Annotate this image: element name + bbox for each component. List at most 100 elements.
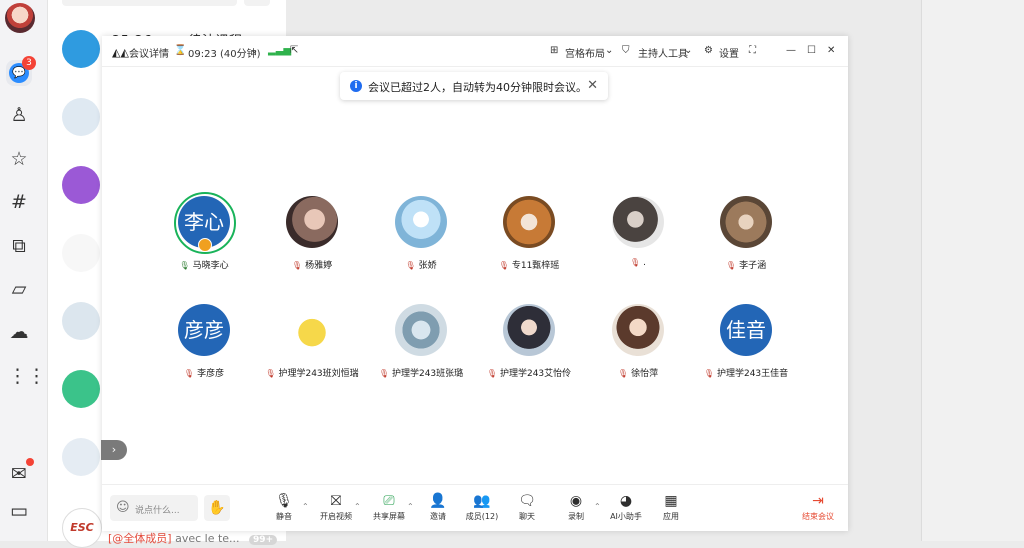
settings-button[interactable]: 设置 bbox=[719, 45, 739, 60]
cloud-icon[interactable]: ☁ bbox=[8, 321, 30, 343]
shield-icon: ⛉ bbox=[622, 45, 630, 56]
emoji-icon[interactable]: ☺ bbox=[116, 500, 130, 515]
folder-icon[interactable]: ▭ bbox=[8, 500, 30, 522]
add-button[interactable] bbox=[244, 0, 270, 6]
meeting-title-bar: ◭◭ 会议详情 ⌛ 09:23 (40分钟) ⌄ ▂▃▅ ⇱ ⊞ 宫格布局 ⌄ … bbox=[102, 36, 848, 67]
host-badge-icon bbox=[198, 238, 212, 252]
minimize-button[interactable]: — bbox=[786, 45, 796, 56]
mic-muted-icon: 🎙 bbox=[291, 261, 303, 270]
maximize-button[interactable]: ☐ bbox=[807, 45, 816, 56]
signal-icon: ▂▃▅ bbox=[268, 45, 292, 56]
contacts-icon[interactable]: ♙ bbox=[8, 104, 30, 126]
host-tools-button[interactable]: 主持人工具 bbox=[638, 45, 688, 60]
close-button[interactable]: ✕ bbox=[827, 45, 835, 56]
timer-chevron-icon[interactable]: ⌄ bbox=[250, 45, 258, 56]
apps-icon[interactable]: ⋮⋮ bbox=[8, 365, 46, 387]
fullscreen-icon[interactable]: ⛶ bbox=[749, 45, 756, 56]
participant-avatar bbox=[720, 196, 772, 248]
unread-count: 99+ bbox=[249, 535, 278, 545]
participant-name: 🎙 马晓李心 bbox=[179, 261, 229, 271]
participant-avatar bbox=[503, 304, 555, 356]
layout-chevron-icon: ⌄ bbox=[605, 45, 614, 56]
participant-name: 🎙 李彦彦 bbox=[183, 369, 225, 379]
mute-options-chevron-icon[interactable]: ⌃ bbox=[302, 502, 309, 511]
time-limit-notice: i 会议已超过2人，自动转为40分钟限时会议。 ✕ bbox=[340, 72, 608, 100]
mic-muted-icon: 🎙 bbox=[265, 369, 276, 378]
mention-tag: [@全体成员] bbox=[108, 532, 172, 545]
qq-penguin-avatar[interactable] bbox=[62, 234, 100, 272]
channels-icon[interactable]: # bbox=[8, 191, 30, 213]
video-options-chevron-icon[interactable]: ⌃ bbox=[354, 502, 361, 511]
gear-icon: ⚙ bbox=[704, 45, 713, 56]
right-panel bbox=[921, 0, 1024, 541]
user-avatar[interactable] bbox=[5, 3, 35, 33]
raise-hand-button[interactable]: ✋ bbox=[204, 495, 230, 521]
participant-name: 🎙 杨雅婷 bbox=[291, 261, 333, 271]
participant-avatar: 彦彦 bbox=[178, 304, 230, 356]
mic-muted-icon: 🎙 bbox=[703, 369, 714, 378]
mic-muted-icon: 🎙 bbox=[498, 261, 509, 270]
favorites-icon[interactable]: ☆ bbox=[8, 148, 30, 170]
info-icon: i bbox=[350, 80, 362, 92]
chat-unread-badge: 3 bbox=[22, 56, 36, 70]
mail-icon[interactable]: ✉ bbox=[8, 463, 30, 485]
exit-icon: ⇥ bbox=[812, 493, 824, 509]
participant-avatar bbox=[395, 196, 447, 248]
preview-text: avec le te... bbox=[175, 532, 240, 545]
hourglass-icon: ⌛ bbox=[174, 45, 187, 56]
esc-logo-avatar[interactable]: ESC bbox=[62, 508, 102, 548]
host-tools-chevron-icon: ⌄ bbox=[684, 45, 693, 56]
mic-muted-icon: 🎙 bbox=[617, 369, 629, 378]
participant-name: 🎙 李子涵 bbox=[725, 261, 767, 271]
chat-placeholder: 说点什么... bbox=[135, 506, 180, 516]
apps-button[interactable]: ▦ 应用 bbox=[645, 493, 697, 522]
participant-name: 🎙 护理学243班刘恒瑞 bbox=[265, 369, 359, 379]
games-icon[interactable]: ⧉ bbox=[8, 235, 30, 257]
conversation-avatar[interactable] bbox=[62, 30, 100, 68]
participant-name: 🎙 护理学243班张璐 bbox=[378, 369, 464, 379]
notice-text: 会议已超过2人，自动转为40分钟限时会议。 bbox=[368, 81, 587, 94]
conversation-preview: [@全体成员] avec le te... 99+ bbox=[108, 530, 278, 546]
apps-grid-icon: ▦ bbox=[664, 493, 678, 509]
mail-badge bbox=[26, 458, 34, 466]
end-meeting-button[interactable]: ⇥ 结束会议 bbox=[792, 493, 844, 522]
notice-close-icon[interactable]: ✕ bbox=[587, 78, 598, 93]
conversation-avatar[interactable] bbox=[62, 302, 100, 340]
left-rail: 💬 3 ♙ ☆ # ⧉ ▱ ☁ ⋮⋮ ✉ ▭ bbox=[0, 0, 48, 541]
mic-muted-icon: 🎙 bbox=[378, 369, 389, 378]
participant-avatar bbox=[503, 196, 555, 248]
participant-name: 🎙 徐怡萍 bbox=[617, 369, 659, 379]
participant-name: 🎙 张娇 bbox=[405, 261, 437, 271]
participant-avatar bbox=[286, 196, 338, 248]
participant-avatar bbox=[395, 304, 447, 356]
mic-muted-icon: 🎙 bbox=[183, 369, 195, 378]
docs-icon[interactable]: ▱ bbox=[8, 278, 30, 300]
mic-muted-icon: 🎙 bbox=[629, 258, 641, 267]
search-input[interactable] bbox=[62, 0, 237, 6]
participant-name: 🎙 专11甄梓瑶 bbox=[498, 261, 560, 271]
meeting-toolbar: ☺ 说点什么... ✋ 🎙 静音 ⌃ ⛝ 开启视频 ⌃ ⎚ 共享屏幕 ⌃ 👤 邀… bbox=[102, 484, 848, 532]
conversation-avatar[interactable] bbox=[62, 166, 100, 204]
layout-button[interactable]: 宫格布局 bbox=[565, 45, 605, 60]
mic-muted-icon: 🎙 bbox=[405, 261, 416, 270]
participant-avatar bbox=[612, 304, 664, 356]
participant-name: 🎙 护理学243王佳音 bbox=[703, 369, 789, 379]
meeting-window: ◭◭ 会议详情 ⌛ 09:23 (40分钟) ⌄ ▂▃▅ ⇱ ⊞ 宫格布局 ⌄ … bbox=[102, 36, 848, 531]
participant-avatar: 佳音 bbox=[720, 304, 772, 356]
meeting-details-link[interactable]: 会议详情 bbox=[129, 45, 169, 60]
conversation-avatar[interactable] bbox=[62, 98, 100, 136]
chat-input[interactable]: ☺ 说点什么... bbox=[110, 495, 198, 521]
popout-icon[interactable]: ⇱ bbox=[290, 45, 298, 56]
participant-avatar bbox=[286, 304, 338, 356]
expand-panel-chevron-icon[interactable]: › bbox=[101, 440, 127, 460]
conversation-avatar[interactable] bbox=[62, 438, 100, 476]
mic-on-icon: 🎙 bbox=[179, 261, 190, 270]
grid-layout-icon: ⊞ bbox=[550, 45, 559, 56]
participant-name: 🎙 护理学243艾怡伶 bbox=[486, 369, 572, 379]
mic-muted-icon: 🎙 bbox=[725, 261, 737, 270]
tencent-meeting-logo-icon: ◭◭ bbox=[112, 46, 129, 59]
conversation-avatar[interactable] bbox=[62, 370, 100, 408]
mic-muted-icon: 🎙 bbox=[486, 369, 497, 378]
chat-button[interactable]: 🗨 聊天 bbox=[501, 493, 553, 522]
chat-nav-button[interactable]: 💬 3 bbox=[6, 56, 36, 86]
